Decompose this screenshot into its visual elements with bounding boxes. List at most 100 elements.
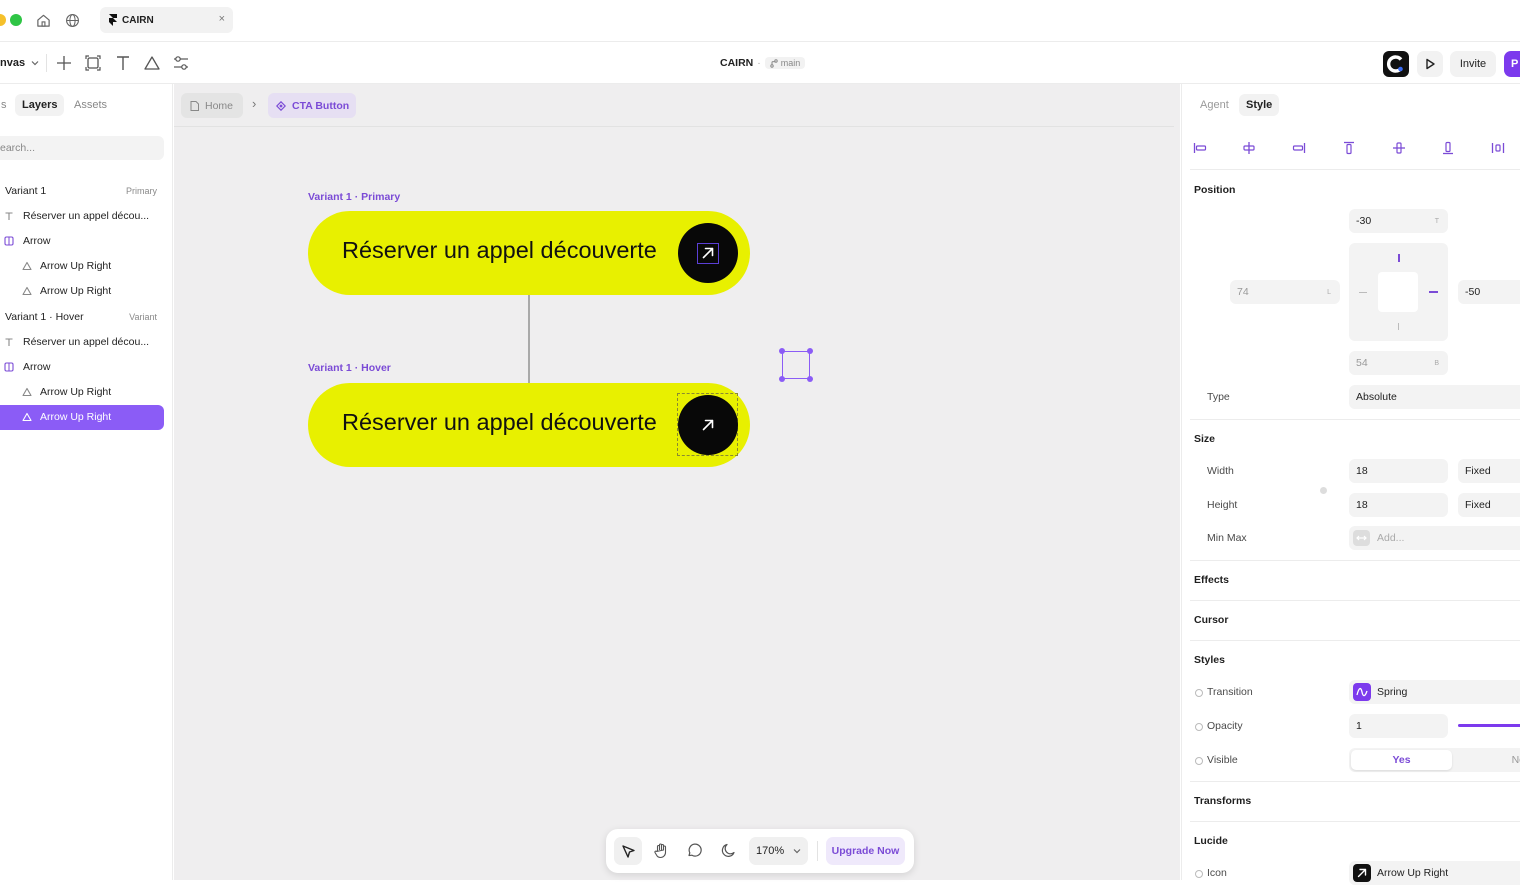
opacity-input[interactable]: 1 — [1349, 714, 1448, 738]
cta-text[interactable]: Réserver un appel découverte — [342, 409, 657, 436]
width-value: 18 — [1356, 465, 1368, 477]
position-left-input[interactable]: 74 L — [1230, 280, 1340, 304]
icon-toggle-icon[interactable] — [1195, 870, 1203, 878]
visible-toggle-icon[interactable] — [1195, 757, 1203, 765]
height-mode-select[interactable]: Fixed — [1458, 493, 1520, 517]
effects-section-title[interactable]: Effects — [1194, 574, 1229, 586]
layer-row[interactable]: Réserver un appel décou... — [0, 329, 164, 354]
arrow-up-right-icon[interactable] — [700, 417, 716, 433]
align-center-horizontal-icon[interactable] — [1242, 141, 1256, 155]
frame-icon[interactable] — [84, 54, 102, 72]
mode-label: nvas — [0, 57, 26, 69]
layer-row[interactable]: Arrow — [0, 228, 164, 253]
shape-triangle-icon[interactable] — [143, 54, 161, 72]
opacity-slider[interactable] — [1458, 724, 1520, 727]
position-bottom-input[interactable]: 54 B — [1349, 351, 1448, 375]
invite-button[interactable]: Invite — [1450, 51, 1496, 77]
width-input[interactable]: 18 — [1349, 459, 1448, 483]
breadcrumb-cta-button[interactable]: CTA Button — [268, 93, 356, 118]
resize-handle[interactable] — [779, 348, 785, 354]
visible-yes-option[interactable]: Yes — [1351, 750, 1452, 770]
layer-group-row[interactable]: Variant 1 Primary — [0, 178, 164, 203]
cta-button-primary[interactable]: Réserver un appel découverte — [308, 211, 750, 295]
window-zoom-dot[interactable] — [10, 14, 22, 26]
window-minimize-dot[interactable] — [0, 14, 6, 26]
align-top-icon[interactable] — [1342, 141, 1356, 155]
resize-handle[interactable] — [807, 376, 813, 382]
minmax-input[interactable]: Add... — [1349, 526, 1520, 550]
transition-select[interactable]: Spring — [1349, 680, 1520, 704]
position-type-select[interactable]: Absolute — [1349, 385, 1520, 409]
position-top-input[interactable]: -30 T — [1349, 209, 1448, 233]
layer-row[interactable]: Arrow Up Right — [0, 380, 164, 405]
tab-close-icon[interactable]: × — [219, 13, 225, 25]
layer-row[interactable]: Arrow Up Right — [0, 279, 164, 304]
browser-tab[interactable]: CAIRN × — [100, 7, 233, 33]
position-right-input[interactable]: -50 — [1458, 280, 1520, 304]
tab-cut-off[interactable]: s — [0, 94, 14, 116]
settings-sliders-icon[interactable] — [172, 54, 190, 72]
variant-hover-label[interactable]: Variant 1 · Hover — [308, 362, 391, 374]
moon-icon[interactable] — [720, 842, 737, 859]
preview-button[interactable] — [1417, 51, 1443, 77]
align-center-vertical-icon[interactable] — [1392, 141, 1406, 155]
home-icon[interactable] — [36, 13, 51, 28]
arrow-circle[interactable] — [678, 395, 738, 455]
constraint-bottom-line[interactable] — [1398, 323, 1399, 330]
tab-style[interactable]: Style — [1239, 94, 1280, 116]
align-bottom-icon[interactable] — [1441, 141, 1455, 155]
aspect-lock-icon[interactable] — [1320, 487, 1327, 494]
layer-row[interactable]: Réserver un appel décou... — [0, 203, 164, 228]
height-input[interactable]: 18 — [1349, 493, 1448, 517]
comment-icon[interactable] — [686, 842, 703, 859]
upgrade-now-button[interactable]: Upgrade Now — [826, 837, 905, 865]
layer-row[interactable]: Arrow Up Right — [0, 254, 164, 279]
constraint-top-line[interactable] — [1398, 254, 1400, 262]
breadcrumb-home[interactable]: Home — [181, 93, 243, 118]
resize-handle[interactable] — [779, 376, 785, 382]
app-logo[interactable] — [1383, 51, 1409, 77]
icon-select[interactable]: Arrow Up Right — [1349, 861, 1520, 885]
design-canvas[interactable]: Home › CTA Button Variant 1 · Primary Ré… — [174, 84, 1180, 880]
page-icon — [190, 100, 199, 111]
constraint-left-line[interactable] — [1359, 292, 1367, 293]
layer-search-input[interactable]: earch... — [0, 136, 164, 160]
arrow-circle[interactable] — [678, 223, 738, 283]
tab-layers[interactable]: Layers — [15, 94, 65, 116]
align-left-icon[interactable] — [1193, 141, 1207, 155]
tab-assets[interactable]: Assets — [67, 94, 114, 116]
layer-row[interactable]: Arrow Up Right — [0, 404, 164, 430]
layer-row[interactable]: Arrow — [0, 354, 164, 379]
title-separator: · — [757, 57, 761, 69]
select-tool-button[interactable] — [614, 837, 642, 865]
constraint-right-line[interactable] — [1429, 291, 1438, 293]
align-right-icon[interactable] — [1292, 141, 1306, 155]
selection-box[interactable] — [779, 348, 813, 382]
visible-no-option[interactable]: No — [1465, 750, 1520, 770]
cta-button-hover[interactable]: Réserver un appel découverte — [308, 383, 750, 467]
layer-badge: Primary — [126, 185, 157, 196]
transforms-section-title[interactable]: Transforms — [1194, 795, 1251, 807]
distribute-horizontal-icon[interactable] — [1491, 141, 1505, 155]
text-tool-icon[interactable] — [114, 54, 132, 72]
position-constraint-widget[interactable] — [1349, 243, 1448, 341]
width-mode-select[interactable]: Fixed — [1458, 459, 1520, 483]
search-placeholder: earch... — [0, 142, 36, 154]
resize-handle[interactable] — [807, 348, 813, 354]
project-name[interactable]: CAIRN — [720, 57, 753, 69]
tab-agent[interactable]: Agent — [1193, 94, 1236, 116]
globe-icon[interactable] — [65, 13, 80, 28]
branch-badge[interactable]: main — [764, 57, 806, 69]
hand-tool-icon[interactable] — [653, 842, 670, 859]
publish-button[interactable]: P — [1504, 51, 1520, 77]
variant-primary-label[interactable]: Variant 1 · Primary — [308, 191, 400, 203]
arrow-up-right-icon[interactable] — [700, 245, 716, 261]
transition-toggle-icon[interactable] — [1195, 689, 1203, 697]
cta-text[interactable]: Réserver un appel découverte — [342, 237, 657, 264]
mode-dropdown[interactable]: nvas — [0, 51, 42, 75]
plus-icon[interactable] — [55, 54, 73, 72]
cursor-section-title[interactable]: Cursor — [1194, 614, 1228, 626]
layer-group-row[interactable]: Variant 1 · Hover Variant — [0, 304, 164, 329]
opacity-toggle-icon[interactable] — [1195, 723, 1203, 731]
zoom-dropdown[interactable]: 170% — [749, 837, 808, 865]
